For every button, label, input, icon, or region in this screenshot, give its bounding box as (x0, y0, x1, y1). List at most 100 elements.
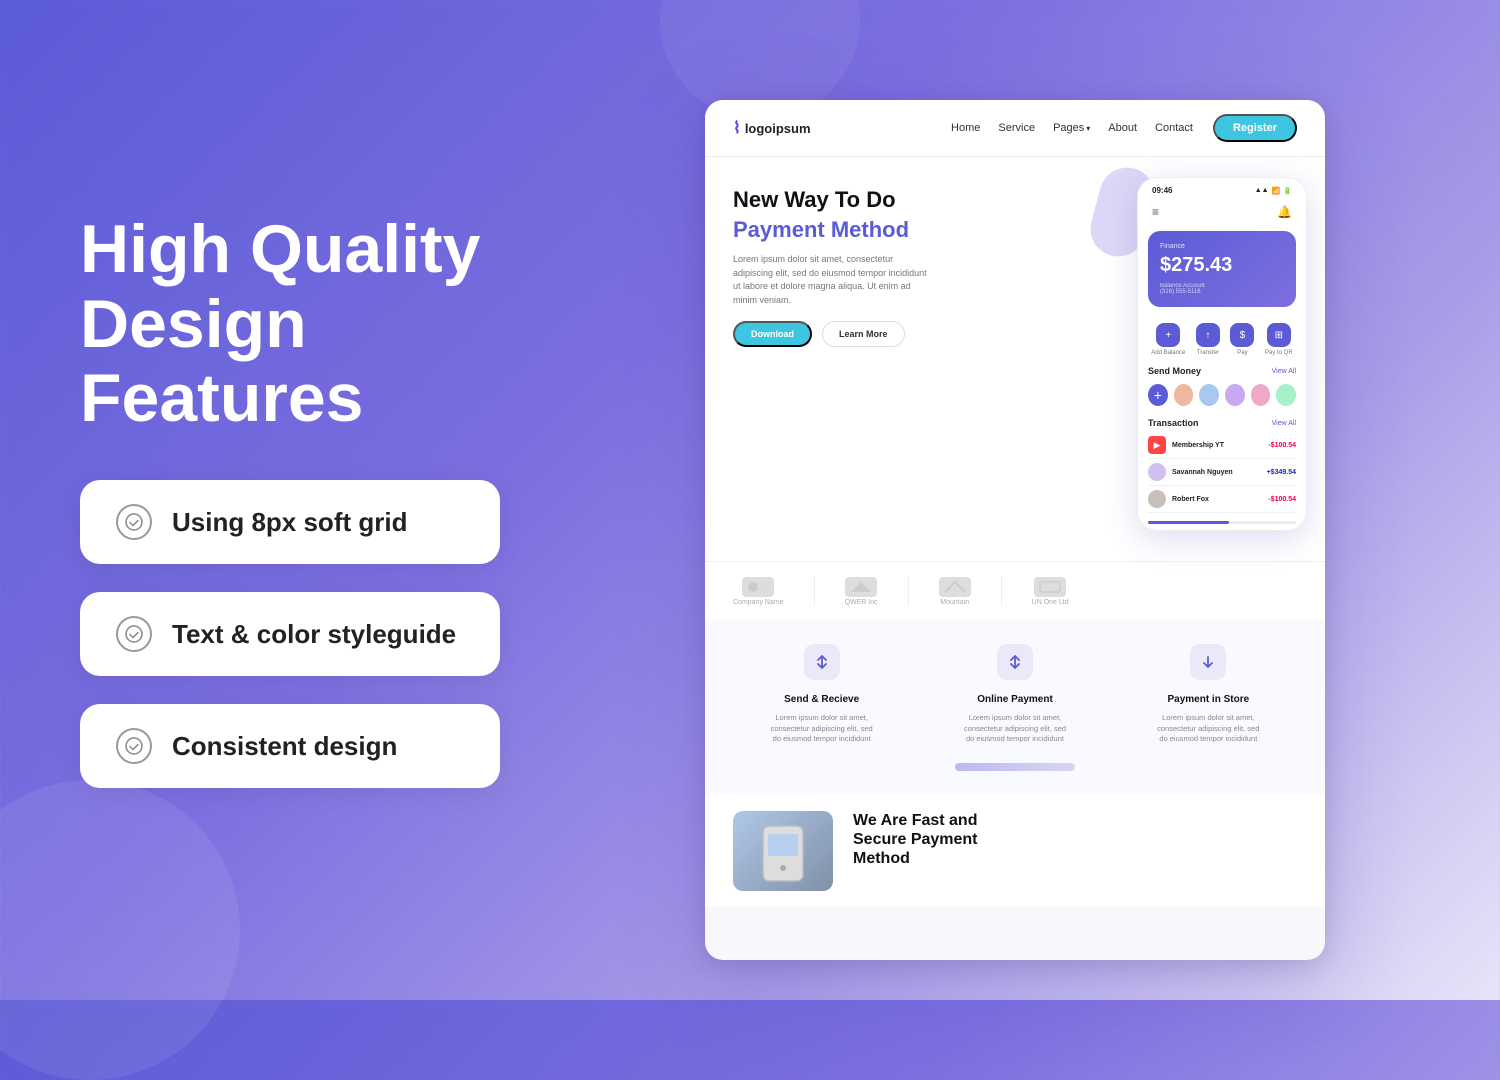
tx-row-2: Robert Fox -$100.54 (1148, 486, 1296, 513)
partner-name-2: QWER Inc (845, 599, 878, 606)
hero-desc: Lorem ipsum dolor sit amet, consectetur … (733, 253, 933, 307)
main-title: High Quality Design Features (80, 212, 500, 436)
nav-about[interactable]: About (1108, 122, 1137, 134)
qr-icon: ⊞ (1267, 323, 1291, 347)
outer-container: High Quality Design Features Using 8px s… (0, 0, 1500, 1000)
partner-divider-3 (1001, 576, 1002, 606)
feature-card-design: Consistent design (80, 704, 500, 788)
features-bar (955, 763, 1075, 771)
feature-text-grid: Using 8px soft grid (172, 507, 407, 538)
download-button[interactable]: Download (733, 321, 812, 347)
phone-action-add[interactable]: + Add Balance (1151, 323, 1185, 356)
transfer-icon: ↑ (1196, 323, 1220, 347)
register-button[interactable]: Register (1213, 114, 1297, 142)
features-section: Send & Recieve Lorem ipsum dolor sit ame… (705, 620, 1325, 795)
bottom-heading: We Are Fast and Secure Payment Method (853, 811, 1297, 869)
phone-status-icons: ▲▲ 📶 🔋 (1255, 187, 1292, 195)
check-icon-design (116, 728, 152, 764)
tx-icon-savannah (1148, 463, 1166, 481)
left-panel: High Quality Design Features Using 8px s… (0, 152, 560, 848)
partner-logo-1 (742, 577, 774, 597)
title-line2: Design Features (80, 286, 363, 437)
phone-send-money-header: Send Money View All (1138, 362, 1306, 380)
progress-bar-fill (1148, 521, 1229, 524)
learn-more-button[interactable]: Learn More (822, 321, 905, 347)
phone-card-amount: $275.43 (1160, 254, 1284, 277)
tx-name-2: Robert Fox (1172, 496, 1209, 503)
avatar-2 (1199, 384, 1219, 406)
phone-transactions: ▶ Membership YT -$100.54 Savannah Nguyen… (1138, 432, 1306, 521)
add-balance-icon: + (1156, 323, 1180, 347)
hero-section: New Way To Do Payment Method Lorem ipsum… (705, 157, 1325, 561)
avatar-5 (1276, 384, 1296, 406)
feature-text-design: Consistent design (172, 731, 397, 762)
feature-icon-2 (1190, 644, 1226, 680)
bottom-section: We Are Fast and Secure Payment Method (705, 795, 1325, 907)
partner-logo-2 (845, 577, 877, 597)
feature-item-desc-1: Lorem ipsum dolor sit amet, consectetur … (960, 713, 1070, 745)
feature-item-title-0: Send & Recieve (784, 694, 859, 705)
partner-logo-4 (1034, 577, 1066, 597)
progress-bar-bg (1148, 521, 1296, 524)
partner-divider-1 (814, 576, 815, 606)
phone-action-pay[interactable]: $ Pay (1230, 323, 1254, 356)
phone-tx-header: Transaction View All (1138, 414, 1306, 432)
send-money-link[interactable]: View All (1272, 368, 1296, 375)
logo-icon: ⌇ (733, 118, 741, 138)
phone-action-transfer[interactable]: ↑ Transfer (1196, 323, 1220, 356)
phone-action-qr[interactable]: ⊞ Pay to QR (1265, 323, 1293, 356)
features-grid: Send & Recieve Lorem ipsum dolor sit ame… (733, 644, 1297, 745)
partner-logo-3 (939, 577, 971, 597)
tx-name-1: Savannah Nguyen (1172, 469, 1233, 476)
phone-menu-icon: ≡ (1152, 205, 1159, 219)
feature-item-0: Send & Recieve Lorem ipsum dolor sit ame… (733, 644, 910, 745)
nav-home[interactable]: Home (951, 122, 980, 134)
nav-links: Home Service Pages ▾ About Contact (951, 122, 1193, 134)
pay-icon: $ (1230, 323, 1254, 347)
feature-text-color: Text & color styleguide (172, 619, 456, 650)
logo-text: logoipsum (745, 121, 811, 136)
phone-avatars: + (1138, 380, 1306, 414)
feature-item-title-1: Online Payment (977, 694, 1053, 705)
hero-buttons: Download Learn More (733, 321, 1111, 347)
nav-contact[interactable]: Contact (1155, 122, 1193, 134)
phone-status-bar: 09:46 ▲▲ 📶 🔋 (1138, 178, 1306, 199)
feature-item-2: Payment in Store Lorem ipsum dolor sit a… (1120, 644, 1297, 745)
tx-link[interactable]: View All (1272, 420, 1296, 427)
phone-bell-icon: 🔔 (1277, 205, 1292, 219)
send-money-title: Send Money (1148, 366, 1201, 376)
feature-card-color: Text & color styleguide (80, 592, 500, 676)
feature-item-1: Online Payment Lorem ipsum dolor sit ame… (926, 644, 1103, 745)
feature-icon-1 (997, 644, 1033, 680)
feature-item-desc-0: Lorem ipsum dolor sit amet, consectetur … (767, 713, 877, 745)
avatar-4 (1251, 384, 1271, 406)
check-icon-grid (116, 504, 152, 540)
bottom-text-col: We Are Fast and Secure Payment Method (853, 811, 1297, 891)
tx-row-0: ▶ Membership YT -$100.54 (1148, 432, 1296, 459)
nav-pages[interactable]: Pages ▾ (1053, 122, 1090, 134)
tx-amount-1: +$349.54 (1267, 469, 1296, 476)
phone-card-sub: Balance Account (316) 555-5116 (1160, 283, 1284, 295)
partners-row: Company Name QWER Inc Mountain (705, 561, 1325, 620)
partner-2: QWER Inc (845, 577, 878, 606)
tx-amount-2: -$100.54 (1268, 496, 1296, 503)
avatar-3 (1225, 384, 1245, 406)
nav-logo: ⌇ logoipsum (733, 118, 811, 138)
partner-3: Mountain (939, 577, 971, 606)
phone-time: 09:46 (1152, 186, 1172, 195)
feature-card-grid: Using 8px soft grid (80, 480, 500, 564)
phone-mockup: 09:46 ▲▲ 📶 🔋 ≡ 🔔 Finance $275.43 (1137, 177, 1307, 531)
phone-card-label: Finance (1160, 243, 1284, 250)
partner-4: UN One Ltd (1032, 577, 1069, 606)
avatar-add[interactable]: + (1148, 384, 1168, 406)
tx-icon-robert (1148, 490, 1166, 508)
nav-service[interactable]: Service (998, 122, 1035, 134)
check-icon-color (116, 616, 152, 652)
feature-item-title-2: Payment in Store (1167, 694, 1249, 705)
tx-title: Transaction (1148, 418, 1199, 428)
title-line1: High Quality (80, 211, 480, 287)
tx-amount-0: -$100.54 (1268, 442, 1296, 449)
phone-card: Finance $275.43 Balance Account (316) 55… (1148, 231, 1296, 307)
hero-text-col: New Way To Do Payment Method Lorem ipsum… (733, 187, 1111, 541)
partner-name-1: Company Name (733, 599, 784, 606)
